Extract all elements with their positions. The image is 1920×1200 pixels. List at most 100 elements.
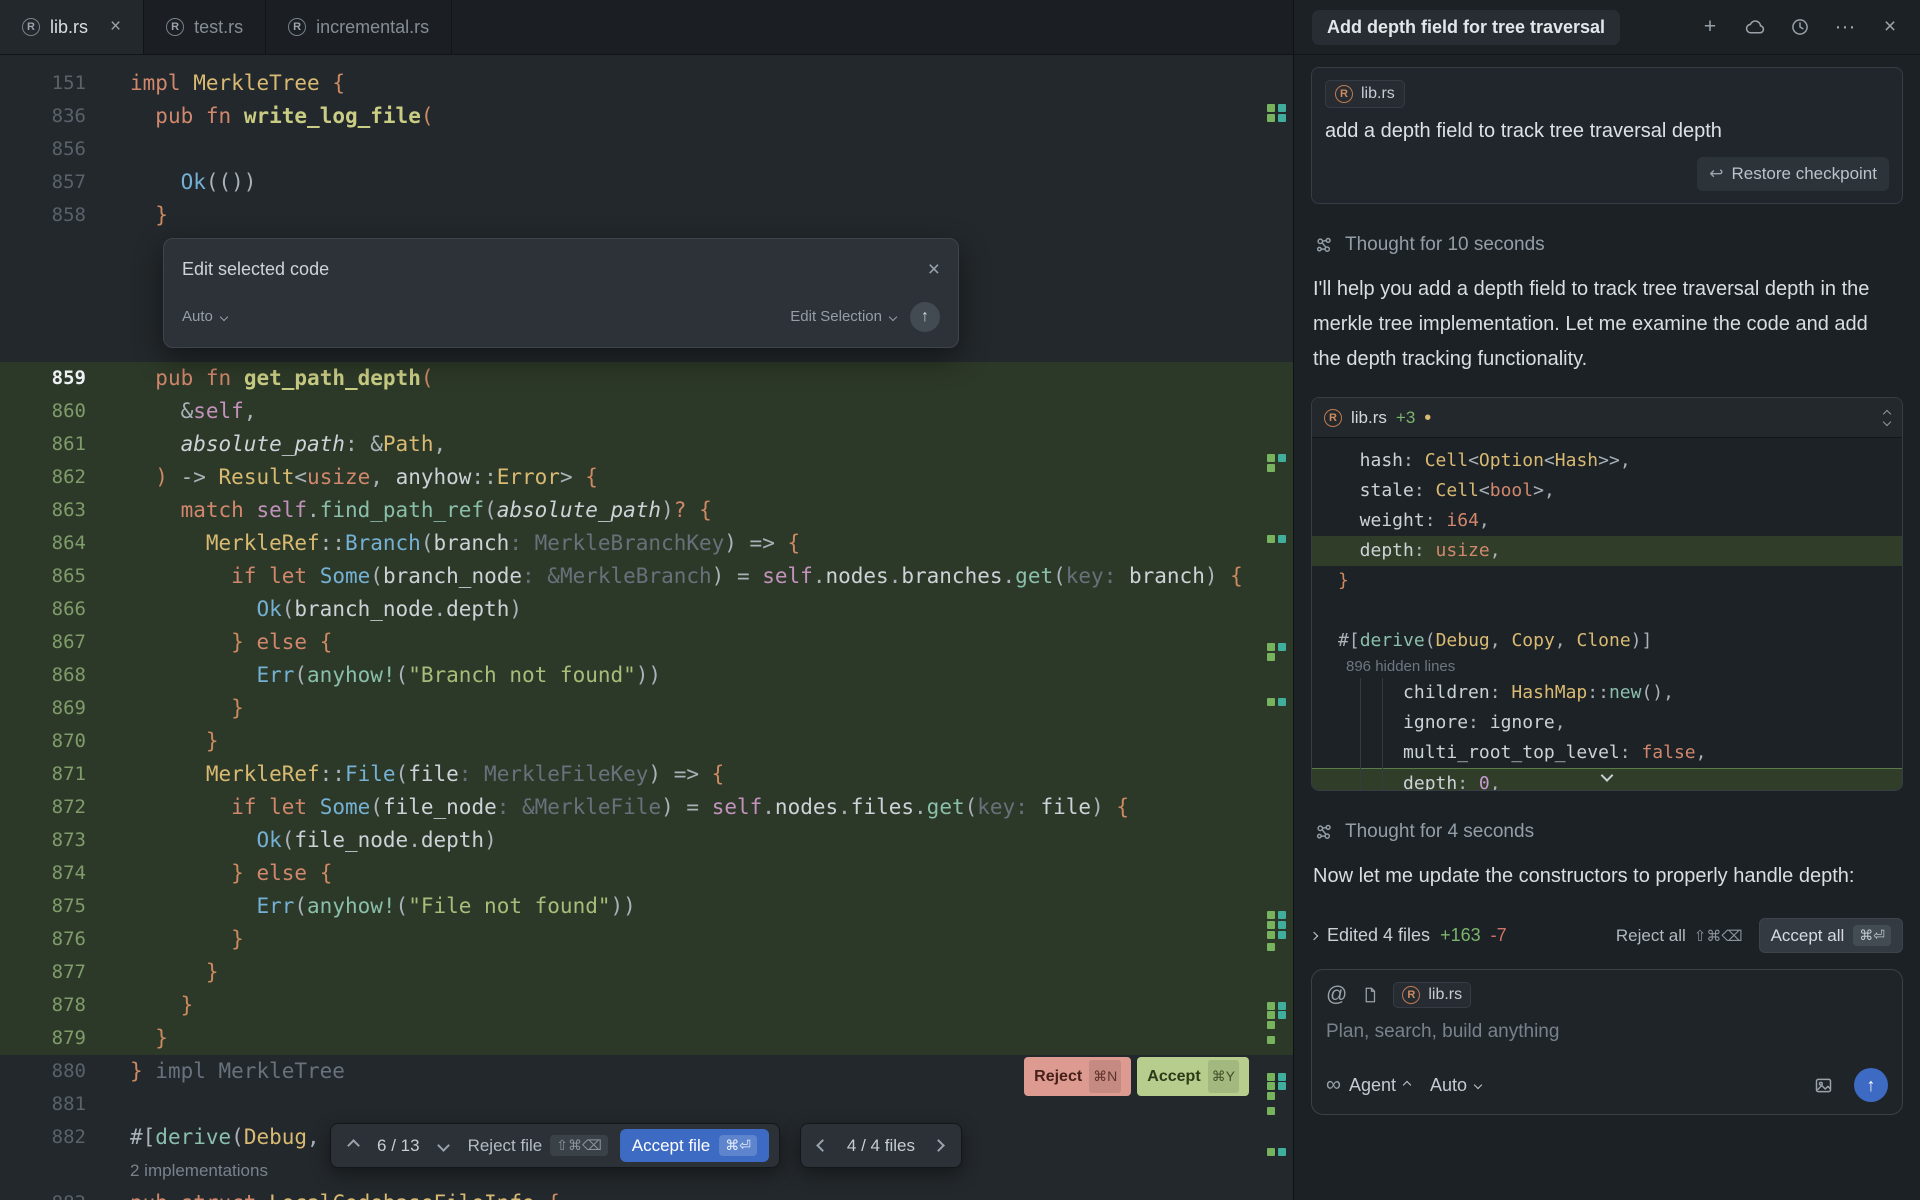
file-icon[interactable]	[1361, 986, 1379, 1004]
agent-panel: Add depth field for tree traversal + ···…	[1293, 0, 1920, 1200]
close-panel-icon[interactable]: ×	[1878, 15, 1902, 39]
edited-files-toggle[interactable]: Edited 4 files +163 -7	[1311, 925, 1507, 946]
restore-checkpoint-label: Restore checkpoint	[1731, 164, 1877, 184]
diff-line: depth: usize,	[1312, 536, 1902, 566]
chevron-down-icon	[220, 312, 228, 320]
code-line-151[interactable]: 151impl MerkleTree {	[0, 67, 1293, 100]
scroll-down-icon[interactable]	[1603, 767, 1612, 785]
more-menu-icon[interactable]: ···	[1833, 15, 1857, 39]
diff-card-header[interactable]: R lib.rs +3 •	[1312, 398, 1902, 438]
submit-edit-button[interactable]: ↑	[910, 302, 940, 332]
cloud-icon[interactable]	[1743, 15, 1767, 39]
accept-all-button[interactable]: Accept all ⌘⏎	[1759, 918, 1903, 953]
code-editor[interactable]: 151impl MerkleTree {836 pub fn write_log…	[0, 55, 1293, 1200]
thought-row-1[interactable]: Thought for 10 seconds	[1313, 234, 1901, 256]
hunk-position: 6 / 13	[377, 1136, 420, 1156]
code-line-863[interactable]: 863 match self.find_path_ref(absolute_pa…	[0, 494, 1293, 527]
code-line-859[interactable]: 859 pub fn get_path_depth(	[0, 362, 1293, 395]
code-line-871[interactable]: 871 MerkleRef::File(file: MerkleFileKey)…	[0, 758, 1293, 791]
code-line-878[interactable]: 878 }	[0, 989, 1293, 1022]
model-selector[interactable]: Auto	[182, 300, 227, 333]
reject-file-button[interactable]: Reject file ⇧⌘⌫	[468, 1135, 608, 1156]
tab-lib.rs[interactable]: Rlib.rs×	[0, 0, 144, 54]
line-number: 874	[0, 857, 86, 890]
restore-checkpoint-button[interactable]: ↩ Restore checkpoint	[1697, 157, 1889, 191]
close-icon[interactable]: ×	[928, 259, 940, 280]
line-number: 879	[0, 1022, 86, 1055]
image-icon[interactable]	[1813, 1075, 1834, 1096]
line-number: 883	[0, 1187, 86, 1200]
line-number: 151	[0, 67, 86, 100]
tab-close-icon[interactable]: ×	[110, 16, 121, 38]
send-button[interactable]: ↑	[1854, 1068, 1888, 1102]
code-line-865[interactable]: 865 if let Some(branch_node: &MerkleBran…	[0, 560, 1293, 593]
code-line-862[interactable]: 862 ) -> Result<usize, anyhow::Error> {	[0, 461, 1293, 494]
code-line-876[interactable]: 876 }	[0, 923, 1293, 956]
code-line-836[interactable]: 836 pub fn write_log_file(	[0, 100, 1293, 133]
composer-file-chip[interactable]: R lib.rs	[1393, 982, 1471, 1008]
edit-selection-dropdown[interactable]: Edit Selection	[790, 300, 896, 333]
line-number: 860	[0, 395, 86, 428]
code-line-857[interactable]: 857 Ok(())	[0, 166, 1293, 199]
code-line-880[interactable]: 880} impl MerkleTreeReject⌘NAccept⌘Y	[0, 1055, 1293, 1088]
new-thread-icon[interactable]: +	[1698, 15, 1722, 39]
rust-file-icon: R	[166, 18, 184, 36]
next-file-button[interactable]	[927, 1134, 951, 1158]
code-line-866[interactable]: 866 Ok(branch_node.depth)	[0, 593, 1293, 626]
next-hunk-button[interactable]	[432, 1134, 456, 1158]
code-line-860[interactable]: 860 &self,	[0, 395, 1293, 428]
line-number: 836	[0, 100, 86, 133]
chevron-down-icon	[889, 312, 897, 320]
line-number: 862	[0, 461, 86, 494]
code-line-861[interactable]: 861 absolute_path: &Path,	[0, 428, 1293, 461]
reject-file-shortcut: ⇧⌘⌫	[550, 1135, 608, 1156]
line-number: 869	[0, 692, 86, 725]
line-number: 857	[0, 166, 86, 199]
reject-hunk-button[interactable]: Reject⌘N	[1024, 1057, 1131, 1096]
code-line-867[interactable]: 867 } else {	[0, 626, 1293, 659]
assistant-paragraph-1: I'll help you add a depth field to track…	[1313, 272, 1893, 377]
code-line-883[interactable]: 883pub struct LocalCodebaseFileInfo {	[0, 1187, 1293, 1200]
tab-test.rs[interactable]: Rtest.rs	[144, 0, 266, 54]
model-selector-label: Auto	[182, 300, 213, 333]
edit-dialog-title: Edit selected code	[182, 253, 329, 286]
indent-guide	[1360, 678, 1361, 791]
code-line-870[interactable]: 870 }	[0, 725, 1293, 758]
expand-icon[interactable]	[1884, 411, 1890, 425]
code-line-879[interactable]: 879 }	[0, 1022, 1293, 1055]
chevron-down-icon	[1474, 1081, 1482, 1089]
mention-icon[interactable]: @	[1326, 983, 1347, 1007]
context-file-chip[interactable]: R lib.rs	[1325, 80, 1405, 108]
code-line-874[interactable]: 874 } else {	[0, 857, 1293, 890]
line-number: 872	[0, 791, 86, 824]
accept-hunk-button[interactable]: Accept⌘Y	[1137, 1057, 1249, 1096]
accept-file-button[interactable]: Accept file ⌘⏎	[620, 1129, 769, 1162]
thought-label: Thought for 10 seconds	[1345, 234, 1545, 256]
editor-region: Rlib.rs×Rtest.rsRincremental.rs 151impl …	[0, 0, 1293, 1200]
prev-hunk-button[interactable]	[341, 1134, 365, 1158]
code-line-858[interactable]: 858 }	[0, 199, 1293, 232]
line-number: 881	[0, 1088, 86, 1121]
hidden-lines-divider[interactable]: 896 hidden lines	[1312, 656, 1902, 678]
code-line-868[interactable]: 868 Err(anyhow!("Branch not found"))	[0, 659, 1293, 692]
model-dropdown[interactable]: Auto	[1430, 1075, 1481, 1096]
thought-row-2[interactable]: Thought for 4 seconds	[1313, 821, 1901, 843]
code-line-856[interactable]: 856	[0, 133, 1293, 166]
code-line-864[interactable]: 864 MerkleRef::Branch(branch: MerkleBran…	[0, 527, 1293, 560]
history-icon[interactable]	[1788, 15, 1812, 39]
code-line-873[interactable]: 873 Ok(file_node.depth)	[0, 824, 1293, 857]
code-line-872[interactable]: 872 if let Some(file_node: &MerkleFile) …	[0, 791, 1293, 824]
hunk-nav-pill: 6 / 13 Reject file ⇧⌘⌫ Accept file ⌘⏎	[330, 1123, 780, 1168]
line-number: 873	[0, 824, 86, 857]
line-number: 861	[0, 428, 86, 461]
agent-mode-dropdown[interactable]: ∞ Agent	[1326, 1073, 1410, 1097]
reject-all-button[interactable]: Reject all ⇧⌘⌫	[1616, 926, 1743, 946]
reject-all-label: Reject all	[1616, 926, 1686, 946]
code-line-875[interactable]: 875 Err(anyhow!("File not found"))	[0, 890, 1293, 923]
code-line-877[interactable]: 877 }	[0, 956, 1293, 989]
tab-incremental.rs[interactable]: Rincremental.rs	[266, 0, 452, 54]
prev-file-button[interactable]	[811, 1134, 835, 1158]
code-line-869[interactable]: 869 }	[0, 692, 1293, 725]
composer-input[interactable]	[1326, 1021, 1888, 1043]
message-composer[interactable]: @ R lib.rs ∞ Agent	[1311, 969, 1903, 1115]
